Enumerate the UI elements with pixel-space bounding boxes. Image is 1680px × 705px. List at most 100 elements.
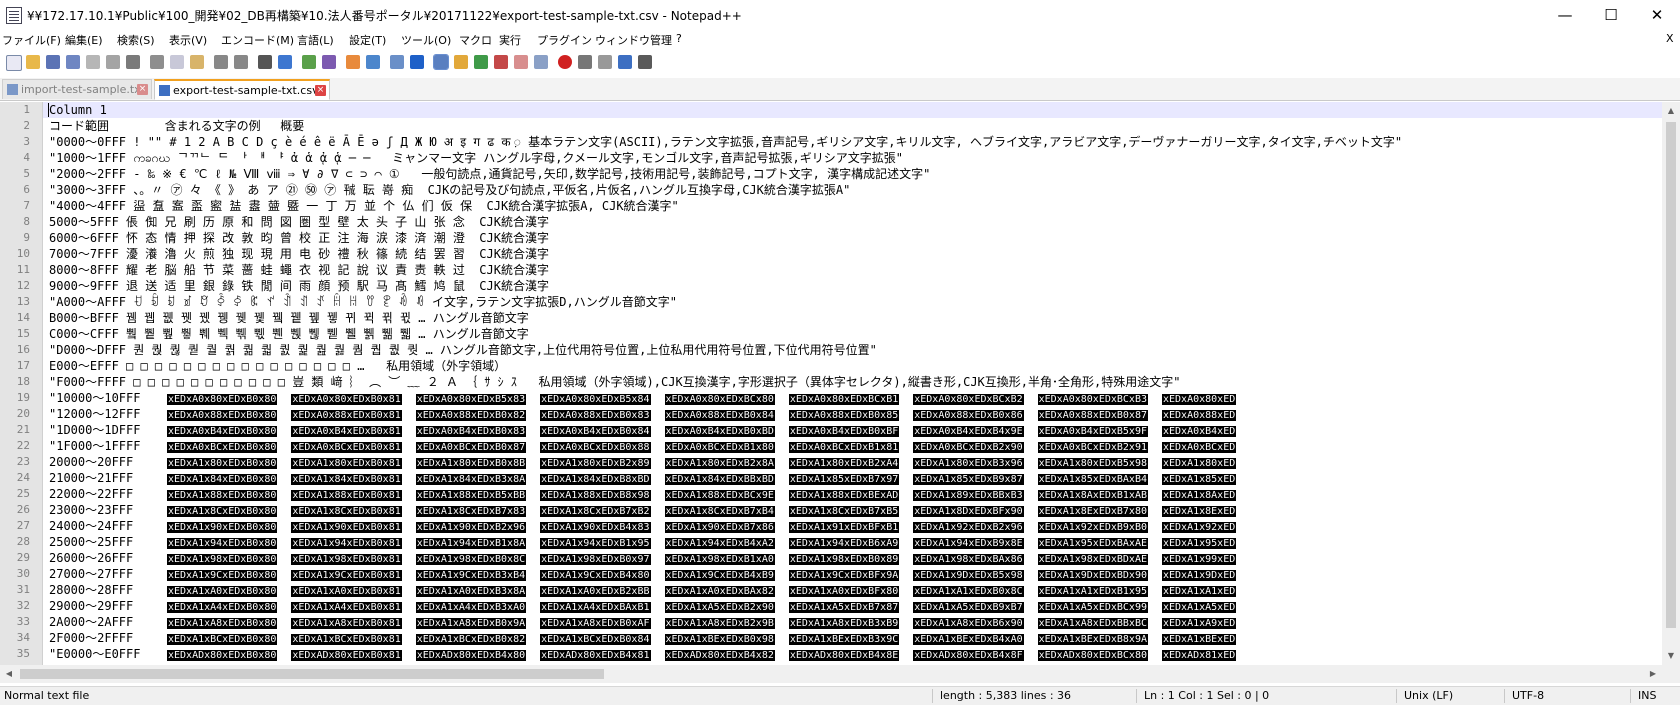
text-line[interactable]: 5000～5FFF 倀 倁 兄 刷 历 原 和 問 図 圏 型 壁 太 头 子 … (43, 214, 1662, 230)
text-line[interactable]: 9000～9FFF 退 送 适 里 銀 錄 铁 閒 间 雨 顔 预 駅 马 髙 … (43, 278, 1662, 294)
menu-run[interactable]: 実行 (499, 32, 521, 48)
text-line[interactable]: "4000～4FFF 䀀 䀁 䀂 䀃 䀄 䀅 䀆 䀇 䀈 一 丁 万 並 个 仏… (43, 198, 1662, 214)
redo-icon[interactable] (234, 55, 248, 69)
tab-import-test-sample[interactable]: import-test-sample.txt × (2, 79, 152, 99)
menu-window[interactable]: ウィンドウ管理 (595, 32, 672, 48)
menu-help[interactable]: ? (676, 32, 682, 45)
text-line[interactable]: "1000～1FFF ကခဂဃ ᄀᄁᄂ ᄃ ᅡ ᅢ ᅣ ἀ ἁ ᾀ ᾁ ─ ─ … (43, 150, 1662, 166)
text-line[interactable]: 29000～29FFF xEDxA1xA4xEDxB0x80 xEDxA1xA4xE… (43, 598, 1662, 614)
text-line[interactable]: "0000～0FFF ! "" # 1 2 A B C D ç è é ê ë … (43, 134, 1662, 150)
status-encoding[interactable]: UTF-8 (1512, 689, 1544, 702)
vertical-scrollbar[interactable]: ▲ ▼ (1662, 102, 1680, 665)
text-line[interactable]: 25000～25FFF xEDxA1x94xEDxB0x80 xEDxA1x94xE… (43, 534, 1662, 550)
text-line[interactable]: "12000～12FFF xEDxA0x88xEDxB0x80 xEDxA0x88x… (43, 406, 1662, 422)
menu-file[interactable]: ファイル(F) (2, 32, 61, 48)
tab-export-test-sample[interactable]: export-test-sample-txt.csv × (154, 79, 330, 100)
open-file-icon[interactable] (26, 55, 40, 69)
text-line[interactable]: E000～EFFF □ □ □ □ □ □ □ □ □ □ □ □ □ □ □ … (43, 358, 1662, 374)
menu-tools[interactable]: ツール(O) (401, 32, 451, 48)
sync-vertical-scroll-icon[interactable] (346, 55, 360, 69)
text-line[interactable]: 6000～6FFF 怀 态 情 押 探 改 敦 昀 曾 校 正 注 海 涙 漆 … (43, 230, 1662, 246)
text-line[interactable]: 21000～21FFF xEDxA1x84xEDxB0x80 xEDxA1x84xE… (43, 470, 1662, 486)
text-line[interactable]: 2F000～2FFFF xEDxA1xBCxEDxB0x80 xEDxA1xBCxE… (43, 630, 1662, 646)
close-document-button[interactable]: X (1666, 32, 1674, 45)
text-line[interactable]: "1D000～1DFFF xEDxA0xB4xEDxB0x80 xEDxA0xB4x… (43, 422, 1662, 438)
text-line[interactable]: 23000～23FFF xEDxA1x8CxEDxB0x80 xEDxA1x8CxE… (43, 502, 1662, 518)
horizontal-scroll-thumb[interactable] (20, 669, 604, 679)
text-line[interactable]: 22000～22FFF xEDxA1x88xEDxB0x80 xEDxA1x88xE… (43, 486, 1662, 502)
scroll-down-icon[interactable]: ▼ (1662, 647, 1680, 665)
replace-icon[interactable] (278, 55, 292, 69)
menu-macro[interactable]: マクロ (459, 32, 492, 48)
close-tab-icon[interactable]: × (137, 84, 148, 95)
minimize-button[interactable]: — (1542, 0, 1588, 30)
text-line[interactable]: 26000～26FFF xEDxA1x98xEDxB0x80 xEDxA1x98xE… (43, 550, 1662, 566)
menu-plugins[interactable]: プラグイン (537, 32, 592, 48)
status-insert-mode[interactable]: INS (1638, 689, 1656, 702)
scroll-right-icon[interactable]: ▶ (1644, 665, 1662, 683)
copy-icon[interactable] (170, 55, 184, 69)
text-line[interactable]: 20000～20FFF xEDxA1x80xEDxB0x80 xEDxA1x80xE… (43, 454, 1662, 470)
text-line[interactable]: "3000～3FFF 、。〃 ㋐ 々 《 》 あ ア ㉑ ㊿ ㋐ ㍻ 耺 嵜 痴… (43, 182, 1662, 198)
maximize-button[interactable]: ☐ (1588, 0, 1634, 30)
menu-settings[interactable]: 設定(T) (349, 32, 386, 48)
text-line[interactable]: C000～CFFF 쀀 쀁 쀂 쀃 쀄 쀅 쀆 쀇 쀈 쀉 쀊 쀋 쀌 쀍 쀎 … (43, 326, 1662, 342)
invalid-byte-sequence: xEDxA1x8ExEDxB7x80 (1037, 506, 1148, 517)
save-all-icon[interactable] (66, 55, 80, 69)
record-macro-icon[interactable] (558, 55, 572, 69)
text-line[interactable]: 2A000～2AFFF xEDxA1xA8xEDxB0x80 xEDxA1xA8xE… (43, 614, 1662, 630)
zoom-out-icon[interactable] (322, 55, 336, 69)
horizontal-scrollbar[interactable]: ◀ ▶ (0, 665, 1662, 683)
save-macro-icon[interactable] (638, 55, 652, 69)
print-icon[interactable] (126, 55, 140, 69)
text-line[interactable]: 28000～28FFF xEDxA1xA0xEDxB0x80 xEDxA1xA0xE… (43, 582, 1662, 598)
function-list-icon[interactable] (494, 55, 508, 69)
stop-recording-icon[interactable] (578, 55, 592, 69)
text-line[interactable]: 8000～8FFF 耀 老 脳 船 节 菜 蔷 蛙 蠅 衣 视 記 說 议 責 … (43, 262, 1662, 278)
find-icon[interactable] (258, 55, 272, 69)
text-line[interactable]: B000～BFFF 뀀 뀁 뀂 뀃 뀄 뀅 뀆 뀇 뀈 뀉 뀊 뀋 뀌 뀍 뀎 … (43, 310, 1662, 326)
menu-language[interactable]: 言語(L) (297, 32, 334, 48)
user-defined-language-icon[interactable] (454, 55, 468, 69)
show-all-characters-icon[interactable] (410, 55, 424, 69)
scroll-left-icon[interactable]: ◀ (0, 665, 18, 683)
cut-icon[interactable] (150, 55, 164, 69)
close-all-icon[interactable] (106, 55, 120, 69)
folder-as-workspace-icon[interactable] (514, 55, 528, 69)
text-line[interactable]: "E0000～E0FFF xEDxADx80xEDxB0x80 xEDxADx80x… (43, 646, 1662, 662)
text-line[interactable]: 7000～7FFF 瀀 瀁 瀂 火 煎 独 现 現 用 电 砂 禮 秋 篠 続 … (43, 246, 1662, 262)
sync-horizontal-scroll-icon[interactable] (366, 55, 380, 69)
new-file-icon[interactable] (6, 55, 22, 71)
close-file-icon[interactable] (86, 55, 100, 69)
scroll-up-icon[interactable]: ▲ (1662, 102, 1680, 120)
indent-guide-icon[interactable] (433, 54, 449, 70)
text-line[interactable]: "F000～FFFF □ □ □ □ □ □ □ □ □ □ □ 豈 類 﨑 ︴… (43, 374, 1662, 390)
run-macro-multiple-icon[interactable] (618, 55, 632, 69)
menu-edit[interactable]: 編集(E) (65, 32, 103, 48)
text-line[interactable]: "10000～10FFF xEDxA0x80xEDxB0x80 xEDxA0x80x… (43, 390, 1662, 406)
monitoring-icon[interactable] (534, 55, 548, 69)
menu-view[interactable]: 表示(V) (169, 32, 207, 48)
menu-search[interactable]: 検索(S) (117, 32, 155, 48)
text-line[interactable]: "1F000～1FFFF xEDxA0xBCxEDxB0x80 xEDxA0xBCx… (43, 438, 1662, 454)
document-map-icon[interactable] (474, 55, 488, 69)
editor-text-area[interactable]: Column 1 コード範囲 含まれる文字の例 概要 "0000～0FFF ! ""… (43, 102, 1662, 665)
vertical-scroll-thumb[interactable] (1666, 122, 1676, 628)
menu-encoding[interactable]: エンコード(M) (221, 32, 294, 48)
save-icon[interactable] (46, 55, 60, 69)
text-line[interactable]: "2000～2FFF - ‰ ※ € ℃ ℓ № Ⅷ ⅷ ⇒ ∀ ∂ ∇ ⊂ ⊃… (43, 166, 1662, 182)
text-line[interactable]: 24000～24FFF xEDxA1x90xEDxB0x80 xEDxA1x90xE… (43, 518, 1662, 534)
close-tab-icon[interactable]: × (315, 85, 326, 96)
undo-icon[interactable] (214, 55, 228, 69)
text-line[interactable]: "A000～AFFF ꀀ ꀁ ꀂ ꀃ ꀄ ꀅ ꀆ ꀇ ꀈ ꀉ ꀊ ꀋ ꀌ ꀍ ꀎ… (43, 294, 1662, 310)
text-line[interactable]: Column 1 (43, 102, 1662, 118)
playback-macro-icon[interactable] (598, 55, 612, 69)
close-button[interactable]: ✕ (1634, 0, 1680, 30)
text-line[interactable]: コード範囲 含まれる文字の例 概要 (43, 118, 1662, 134)
text-line[interactable]: 27000～27FFF xEDxA1x9CxEDxB0x80 xEDxA1x9CxE… (43, 566, 1662, 582)
paste-icon[interactable] (190, 55, 204, 69)
word-wrap-icon[interactable] (390, 55, 404, 69)
status-eol[interactable]: Unix (LF) (1404, 689, 1453, 702)
text-line[interactable]: "D000～DFFF 퀀 퀁 퀂 퀃 퀄 퀅 퀆 퀇 퀈 퀉 퀊 퀋 퀌 퀍 퀎… (43, 342, 1662, 358)
zoom-in-icon[interactable] (302, 55, 316, 69)
